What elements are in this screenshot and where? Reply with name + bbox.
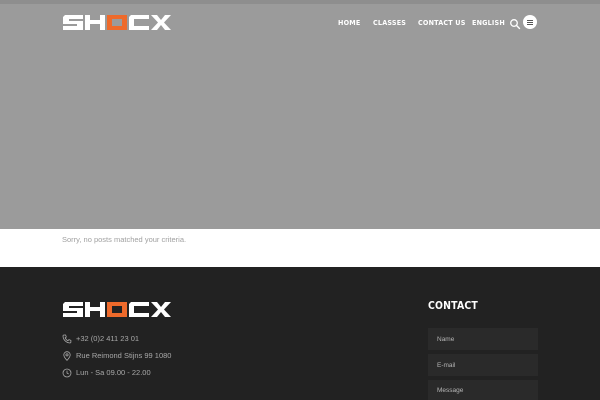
empty-results-message: Sorry, no posts matched your criteria.	[62, 235, 187, 244]
location-pin-icon	[63, 351, 71, 361]
email-field[interactable]	[428, 354, 538, 376]
phone-number: +32 (0)2 411 23 01	[76, 334, 140, 343]
hamburger-menu-icon	[527, 19, 533, 21]
footer-logo[interactable]	[62, 302, 172, 317]
site-footer: +32 (0)2 411 23 01 Rue Reimond Stijns 99…	[0, 267, 600, 400]
top-strip	[0, 0, 600, 4]
shocx-logo-icon	[63, 302, 171, 317]
message-field[interactable]	[428, 380, 538, 400]
address-text: Rue Reimond Stijns 99 1080	[76, 351, 172, 360]
phone-icon	[62, 334, 72, 344]
contact-form-title: CONTACT	[428, 299, 478, 312]
search-button[interactable]	[509, 17, 521, 30]
main-content: Sorry, no posts matched your criteria.	[0, 229, 600, 267]
header-logo[interactable]	[63, 15, 171, 30]
opening-hours: Lun - Sa 09.00 - 22.00	[76, 368, 151, 377]
menu-button[interactable]	[523, 15, 537, 29]
hero-banner: HOME CLASSES CONTACT US ENGLISH	[0, 0, 600, 229]
shocx-logo-icon	[63, 15, 171, 30]
nav-item-contact-us[interactable]: CONTACT US	[418, 17, 466, 29]
clock-icon	[62, 368, 72, 378]
nav-item-home[interactable]: HOME	[338, 17, 360, 29]
name-field[interactable]	[428, 328, 538, 350]
nav-item-language[interactable]: ENGLISH	[472, 17, 505, 29]
nav-item-classes[interactable]: CLASSES	[373, 17, 406, 29]
search-icon	[510, 19, 521, 30]
